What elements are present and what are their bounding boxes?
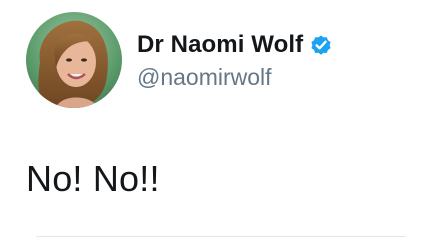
author-handle[interactable]: @naomirwolf — [137, 64, 272, 91]
profile-photo — [26, 12, 122, 108]
author-name-row[interactable]: Dr Naomi Wolf — [137, 28, 333, 62]
tweet-text: No! No!! — [26, 158, 160, 199]
divider — [36, 236, 406, 237]
display-name[interactable]: Dr Naomi Wolf — [137, 31, 303, 59]
verified-badge-icon — [309, 33, 333, 57]
avatar[interactable] — [26, 12, 122, 108]
tweet-card: Dr Naomi Wolf @naomirwolf No! No!! — [0, 0, 427, 240]
